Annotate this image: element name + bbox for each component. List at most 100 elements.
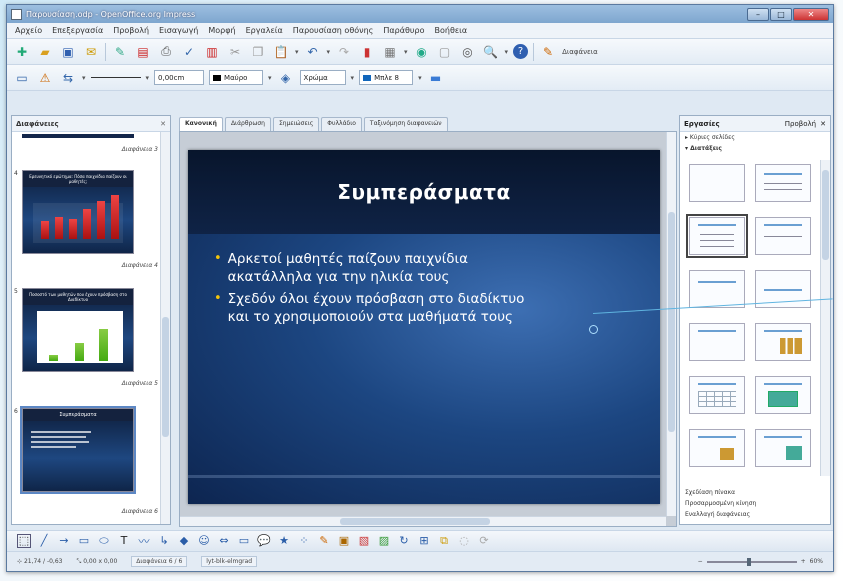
tab-handout[interactable]: Φυλλάδιο xyxy=(321,117,362,131)
arrow-style-icon[interactable]: ⇆ xyxy=(59,69,77,87)
shadow-icon[interactable]: ▬ xyxy=(427,69,445,87)
layout-image[interactable] xyxy=(755,376,811,414)
from-file-icon[interactable]: ▧ xyxy=(357,534,371,548)
slide-5-thumbnail[interactable]: 5 Ποσοστό των μαθητών που έχουν πρόσβαση… xyxy=(14,288,158,398)
arrange-icon[interactable]: ⧉ xyxy=(437,534,451,548)
slide-action-label[interactable]: Διαφάνεια xyxy=(562,48,598,56)
stars-icon[interactable]: ★ xyxy=(277,534,291,548)
layout-title-text[interactable] xyxy=(686,214,748,258)
symbol-shapes-icon[interactable]: ☺ xyxy=(197,534,211,548)
export-pdf-icon[interactable]: ▤ xyxy=(134,43,152,61)
ellipse-icon[interactable]: ⬭ xyxy=(97,534,111,548)
tab-outline[interactable]: Διάρθρωση xyxy=(224,117,271,131)
area-color-select[interactable]: Μπλε 8 xyxy=(359,70,414,85)
new-icon[interactable]: ✚ xyxy=(13,43,31,61)
autospell-icon[interactable]: ▥ xyxy=(203,43,221,61)
grid-icon[interactable]: ▢ xyxy=(436,43,454,61)
section-custom-animation[interactable]: Προσαρμοσμένη κίνηση xyxy=(680,498,830,509)
glue-icon[interactable]: ✎ xyxy=(317,534,331,548)
rotate-icon[interactable]: ↻ xyxy=(397,534,411,548)
gallery-icon[interactable]: ▨ xyxy=(377,534,391,548)
menu-edit[interactable]: Επεξεργασία xyxy=(52,26,103,35)
curve-icon[interactable]: 〰 xyxy=(137,534,151,548)
flowchart-icon[interactable]: ▭ xyxy=(237,534,251,548)
edit-file-icon[interactable]: ✎ xyxy=(111,43,129,61)
tasks-view-menu[interactable]: Προβολή xyxy=(785,120,816,128)
section-master-pages[interactable]: ▸ Κύριες σελίδες xyxy=(680,132,830,143)
tab-normal[interactable]: Κανονική xyxy=(179,117,223,131)
fontwork-icon[interactable]: ▣ xyxy=(337,534,351,548)
layout-title-content-2[interactable] xyxy=(689,323,745,361)
zoom-in-icon[interactable]: + xyxy=(801,558,806,565)
open-icon[interactable]: ▰ xyxy=(36,43,54,61)
area-fill-icon[interactable]: ◈ xyxy=(277,69,295,87)
layout-two-columns[interactable] xyxy=(755,217,811,255)
section-layouts[interactable]: ▾ Διατάξεις xyxy=(680,143,830,154)
slide-icon[interactable]: ✎ xyxy=(539,43,557,61)
zoom-out-icon[interactable]: − xyxy=(698,558,703,565)
slide-4-thumbnail[interactable]: 4 Ερευνητικό ερώτημα: Πόσα παιχνίδια παί… xyxy=(14,170,158,280)
spellcheck-icon[interactable]: ✓ xyxy=(180,43,198,61)
points-icon[interactable]: ⁘ xyxy=(297,534,311,548)
layout-text-image[interactable] xyxy=(755,429,811,467)
menu-window[interactable]: Παράθυρο xyxy=(383,26,424,35)
layout-title-content[interactable] xyxy=(755,164,811,202)
connector-icon[interactable]: ↳ xyxy=(157,534,171,548)
area-style-select[interactable]: Χρώμα xyxy=(299,70,346,85)
cut-icon[interactable]: ✂ xyxy=(226,43,244,61)
select-icon[interactable]: ⬚ xyxy=(17,533,31,548)
menu-slideshow[interactable]: Παρουσίαση οθόνης xyxy=(293,26,374,35)
layout-blank[interactable] xyxy=(689,164,745,202)
print-icon[interactable]: ⎙ xyxy=(157,43,175,61)
slide-title[interactable]: Συμπεράσματα xyxy=(337,180,510,204)
globe-icon[interactable]: ◉ xyxy=(413,43,431,61)
zoom-slider[interactable] xyxy=(706,557,797,566)
close-tasks-icon[interactable]: ✕ xyxy=(820,120,826,128)
extrusion-icon[interactable]: ◌ xyxy=(457,534,471,548)
zoom-icon[interactable]: 🔍 xyxy=(482,43,500,61)
redo-icon[interactable]: ↷ xyxy=(335,43,353,61)
line-width-field[interactable]: 0,00cm xyxy=(154,70,205,85)
layout-chart[interactable] xyxy=(755,323,811,361)
section-slide-transition[interactable]: Εναλλαγή διαφάνειας xyxy=(680,509,830,520)
line-arrow-icon[interactable]: ⚠ xyxy=(36,69,54,87)
align-icon[interactable]: ⊞ xyxy=(417,534,431,548)
menu-file[interactable]: Αρχείο xyxy=(15,26,42,35)
canvas-horizontal-scrollbar[interactable] xyxy=(180,516,666,526)
copy-icon[interactable]: ❐ xyxy=(249,43,267,61)
layout-table[interactable] xyxy=(689,376,745,414)
basic-shapes-icon[interactable]: ◆ xyxy=(177,534,191,548)
maximize-button[interactable]: □ xyxy=(770,7,792,21)
slides-scrollbar[interactable] xyxy=(160,132,170,524)
block-arrows-icon[interactable]: ⇔ xyxy=(217,534,231,548)
3d-icon[interactable]: ⟳ xyxy=(477,534,491,548)
email-icon[interactable]: ✉ xyxy=(82,43,100,61)
chart-icon[interactable]: ▮ xyxy=(358,43,376,61)
close-button[interactable]: ✕ xyxy=(793,7,829,21)
title-bar[interactable]: Παρουσίαση.odp - OpenOffice.org Impress … xyxy=(7,5,833,23)
tab-slide-sorter[interactable]: Ταξινόμηση διαφανειών xyxy=(363,117,448,131)
arrow-icon[interactable]: → xyxy=(57,534,71,548)
canvas-vertical-scrollbar[interactable] xyxy=(666,132,676,516)
minimize-button[interactable]: – xyxy=(747,7,769,21)
save-icon[interactable]: ▣ xyxy=(59,43,77,61)
close-pane-icon[interactable]: ✕ xyxy=(160,120,166,128)
tasks-scrollbar[interactable] xyxy=(820,160,830,476)
menu-format[interactable]: Μορφή xyxy=(208,26,235,35)
menu-insert[interactable]: Εισαγωγή xyxy=(159,26,198,35)
menu-help[interactable]: Βοήθεια xyxy=(434,26,467,35)
callouts-icon[interactable]: 💬 xyxy=(257,534,271,548)
text-icon[interactable]: T xyxy=(117,534,131,548)
select-mode-icon[interactable]: ▭ xyxy=(13,69,31,87)
slide-6-thumbnail[interactable]: 6 Συμπεράσματα Διαφάνεια 6 xyxy=(14,406,158,518)
paste-icon[interactable]: 📋 xyxy=(272,43,290,61)
slide-content-box[interactable]: • Αρκετοί μαθητές παίζουν παιχνίδια ακατά… xyxy=(214,250,534,330)
line-color-select[interactable]: Μαύρο xyxy=(209,70,264,85)
undo-icon[interactable]: ↶ xyxy=(304,43,322,61)
line-style-preview[interactable] xyxy=(90,77,141,78)
layout-text-chart[interactable] xyxy=(689,429,745,467)
tab-notes[interactable]: Σημειώσεις xyxy=(272,117,320,131)
line-icon[interactable]: ╱ xyxy=(37,534,51,548)
menu-view[interactable]: Προβολή xyxy=(113,26,149,35)
rectangle-icon[interactable]: ▭ xyxy=(77,534,91,548)
